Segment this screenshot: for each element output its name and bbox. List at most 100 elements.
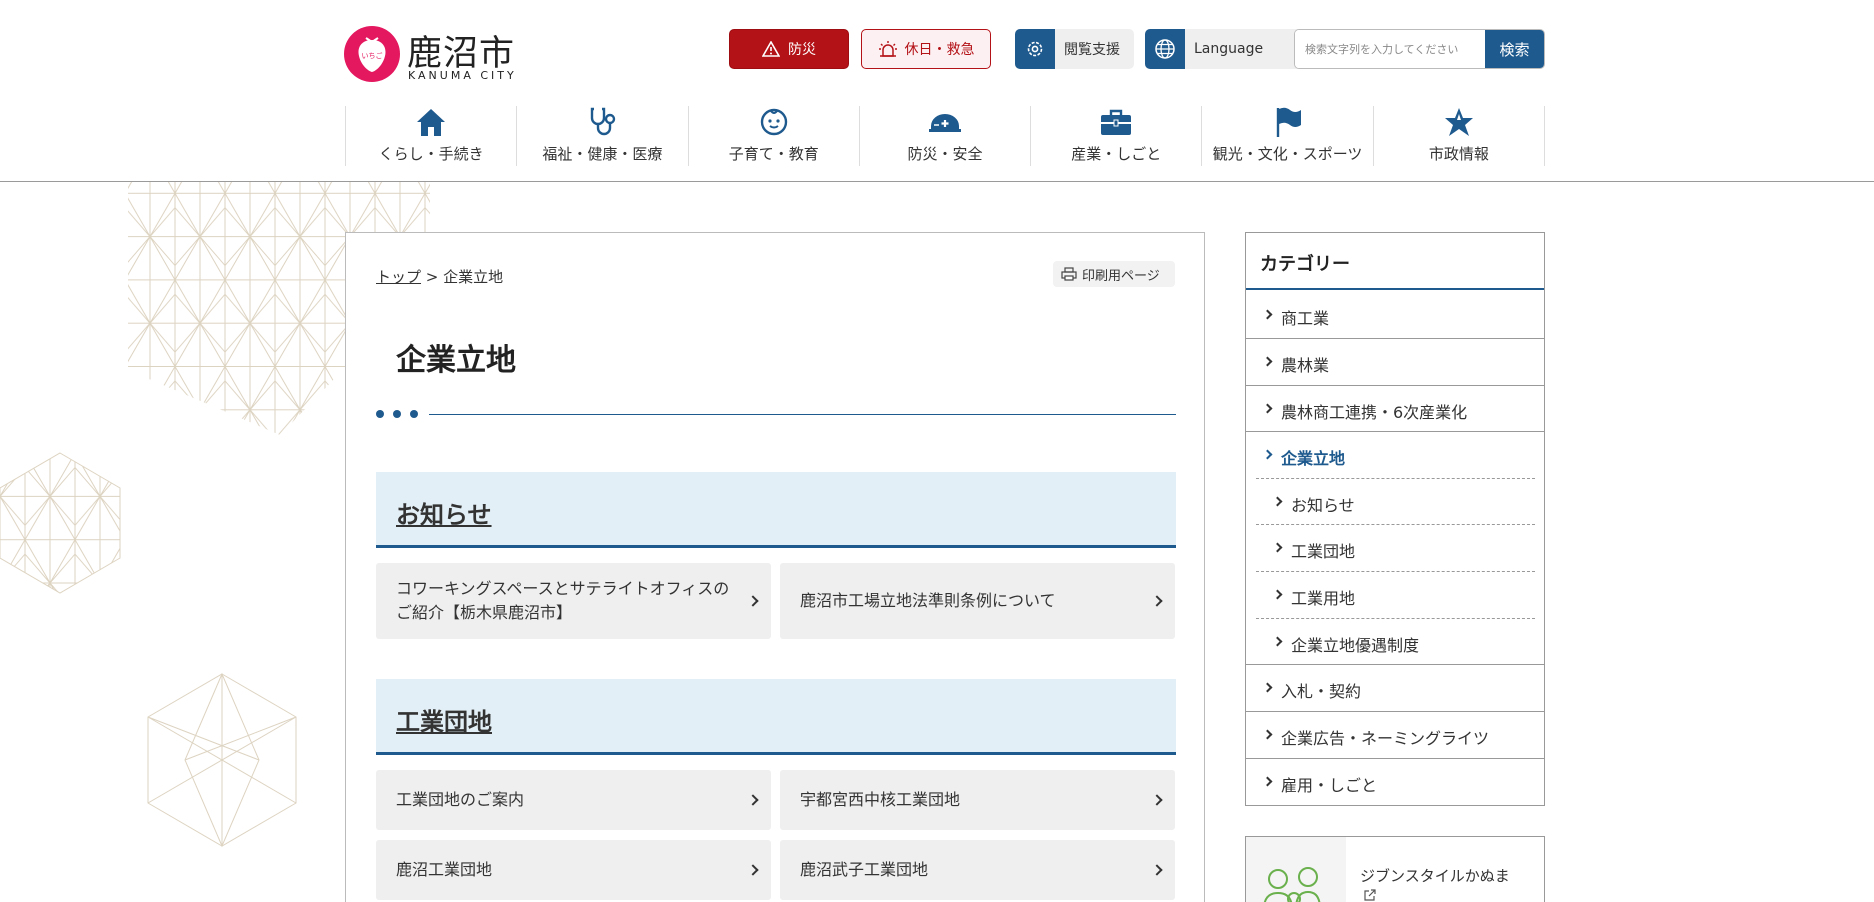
category-item-label: 入札・契約 (1281, 682, 1362, 701)
link-card-label: 工業団地のご案内 (396, 790, 525, 809)
nav-item-fukushi[interactable]: 福祉・健康・医療 (517, 106, 689, 166)
category-subitem[interactable]: お知らせ (1256, 478, 1535, 524)
link-card[interactable]: コワーキングスペースとサテライトオフィスのご紹介【栃木県鹿沼市】 (376, 563, 771, 639)
warning-icon (762, 41, 780, 57)
category-item[interactable]: 入札・契約 (1246, 664, 1544, 710)
chevron-right-icon (1262, 729, 1273, 740)
chevron-right-icon (1262, 403, 1273, 414)
category-item-label: お知らせ (1291, 496, 1355, 515)
section-title-link[interactable]: お知らせ (396, 495, 492, 530)
link-card[interactable]: 宇都宮西中核工業団地 (780, 770, 1175, 830)
link-card-label: 鹿沼武子工業団地 (800, 860, 929, 879)
chevron-right-icon (1262, 449, 1273, 460)
nav-item-kankou[interactable]: 観光・文化・スポーツ (1202, 106, 1374, 166)
link-card[interactable]: 工業団地のご案内 (376, 770, 771, 830)
category-item-active[interactable]: 企業立地 (1246, 431, 1544, 477)
section-title-link[interactable]: 工業団地 (396, 702, 492, 737)
link-card-label: コワーキングスペースとサテライトオフィスのご紹介【栃木県鹿沼市】 (396, 579, 730, 622)
nav-label: くらし・手続き (378, 145, 484, 163)
chevron-right-icon (1262, 356, 1273, 367)
nav-item-kosodate[interactable]: 子育て・教育 (689, 106, 860, 166)
chevron-right-icon (1151, 864, 1163, 876)
printer-icon (1061, 267, 1077, 281)
accessibility-button[interactable]: 閲覧支援 (1015, 29, 1134, 69)
breadcrumb: トップ > 企業立地 (376, 266, 503, 287)
nav-label: 福祉・健康・医療 (542, 145, 663, 163)
briefcase-icon (1101, 109, 1132, 135)
global-nav: くらし・手続き 福祉・健康・医療 子育て・教育 防災・安全 産業・しごと 観光・… (345, 106, 1545, 166)
jibun-style-banner[interactable]: ジブンスタイルかぬま (1245, 836, 1545, 902)
link-card-label: 宇都宮西中核工業団地 (800, 790, 961, 809)
nav-label: 子育て・教育 (728, 145, 819, 163)
nav-label: 防災・安全 (907, 145, 983, 163)
section-header-kougyou-danchi: 工業団地 (376, 679, 1176, 755)
category-item[interactable]: 農林業 (1246, 338, 1544, 384)
chevron-right-icon (1262, 776, 1273, 787)
chevron-right-icon (747, 794, 759, 806)
chevron-right-icon (1262, 309, 1273, 320)
nav-item-sangyou[interactable]: 産業・しごと (1031, 106, 1203, 166)
nav-label: 産業・しごと (1071, 145, 1162, 163)
language-button[interactable]: Language (1145, 29, 1304, 69)
category-item[interactable]: 農林商工連携・6次産業化 (1246, 385, 1544, 431)
chevron-right-icon (1272, 496, 1283, 507)
category-subitem[interactable]: 企業立地優遇制度 (1256, 618, 1535, 664)
home-icon (417, 109, 446, 136)
category-item-label: 農林商工連携・6次産業化 (1281, 403, 1468, 422)
accessibility-button-label: 閲覧支援 (1064, 42, 1120, 58)
site-header: いちご 鹿沼市 KANUMA CITY 防災 休日・救急 閲覧支援 Langua… (0, 0, 1874, 182)
category-item-label: 農林業 (1281, 356, 1330, 375)
category-subitem[interactable]: 工業用地 (1256, 571, 1535, 617)
chevron-right-icon (1272, 589, 1283, 600)
category-item[interactable]: 商工業 (1246, 292, 1544, 338)
page-title: 企業立地 (396, 343, 516, 378)
site-search: 検索 (1294, 29, 1545, 69)
city-emblem-icon (1444, 108, 1473, 136)
disaster-button[interactable]: 防災 (729, 29, 849, 69)
category-item[interactable]: 企業広告・ネーミングライツ (1246, 711, 1544, 757)
search-input[interactable] (1295, 30, 1486, 68)
category-item[interactable]: 雇用・しごと (1246, 758, 1544, 804)
nav-item-kurashi[interactable]: くらし・手続き (346, 106, 518, 166)
search-button[interactable]: 検索 (1485, 30, 1544, 68)
category-item-label: 工業団地 (1291, 542, 1356, 561)
strawberry-logo-icon: いちご (344, 26, 400, 82)
chevron-right-icon (1151, 595, 1163, 607)
print-page-button[interactable]: 印刷用ページ (1053, 261, 1175, 287)
category-item-label: 雇用・しごと (1281, 776, 1378, 795)
link-card-label: 鹿沼工業団地 (396, 860, 493, 879)
category-menu: カテゴリー 商工業 農林業 農林商工連携・6次産業化 企業立地 お知らせ 工業団… (1245, 232, 1545, 806)
breadcrumb-current: 企業立地 (443, 268, 504, 286)
category-subitem[interactable]: 工業団地 (1256, 524, 1535, 570)
breadcrumb-top-link[interactable]: トップ (376, 268, 421, 286)
flag-icon (1276, 107, 1301, 137)
category-item-label: 企業広告・ネーミングライツ (1281, 729, 1490, 748)
category-item-label: 企業立地優遇制度 (1291, 636, 1420, 655)
category-heading: カテゴリー (1246, 233, 1544, 290)
link-card[interactable]: 鹿沼市工場立地法準則条例について (780, 563, 1175, 639)
link-card[interactable]: 鹿沼武子工業団地 (780, 840, 1175, 900)
site-logo[interactable]: いちご 鹿沼市 KANUMA CITY (344, 26, 534, 86)
emergency-button[interactable]: 休日・救急 (861, 29, 991, 69)
chevron-right-icon (1272, 636, 1283, 647)
banner-label: ジブンスタイルかぬま (1360, 867, 1510, 885)
chevron-right-icon (747, 595, 759, 607)
section-header-oshirase: お知らせ (376, 472, 1176, 548)
nav-label: 観光・文化・スポーツ (1212, 145, 1363, 163)
link-card[interactable]: 鹿沼工業団地 (376, 840, 771, 900)
stethoscope-icon (591, 107, 616, 136)
category-item-label: 企業立地 (1281, 449, 1346, 468)
nav-item-bousai[interactable]: 防災・安全 (860, 106, 1032, 166)
main-content: トップ > 企業立地 印刷用ページ 企業立地 お知らせ コワーキングスペースとサ… (345, 232, 1205, 902)
nav-item-shisei[interactable]: 市政情報 (1374, 106, 1545, 166)
nav-label: 市政情報 (1428, 145, 1489, 163)
chevron-right-icon (1151, 794, 1163, 806)
family-illustration (1246, 837, 1346, 902)
chevron-right-icon (1272, 542, 1283, 553)
logo-mark-text: いちご (362, 51, 383, 60)
chevron-right-icon (1262, 682, 1273, 693)
globe-icon (1155, 39, 1175, 59)
breadcrumb-separator: > (425, 268, 439, 286)
emergency-button-label: 休日・救急 (904, 42, 975, 58)
title-underline-decoration (376, 408, 1176, 420)
